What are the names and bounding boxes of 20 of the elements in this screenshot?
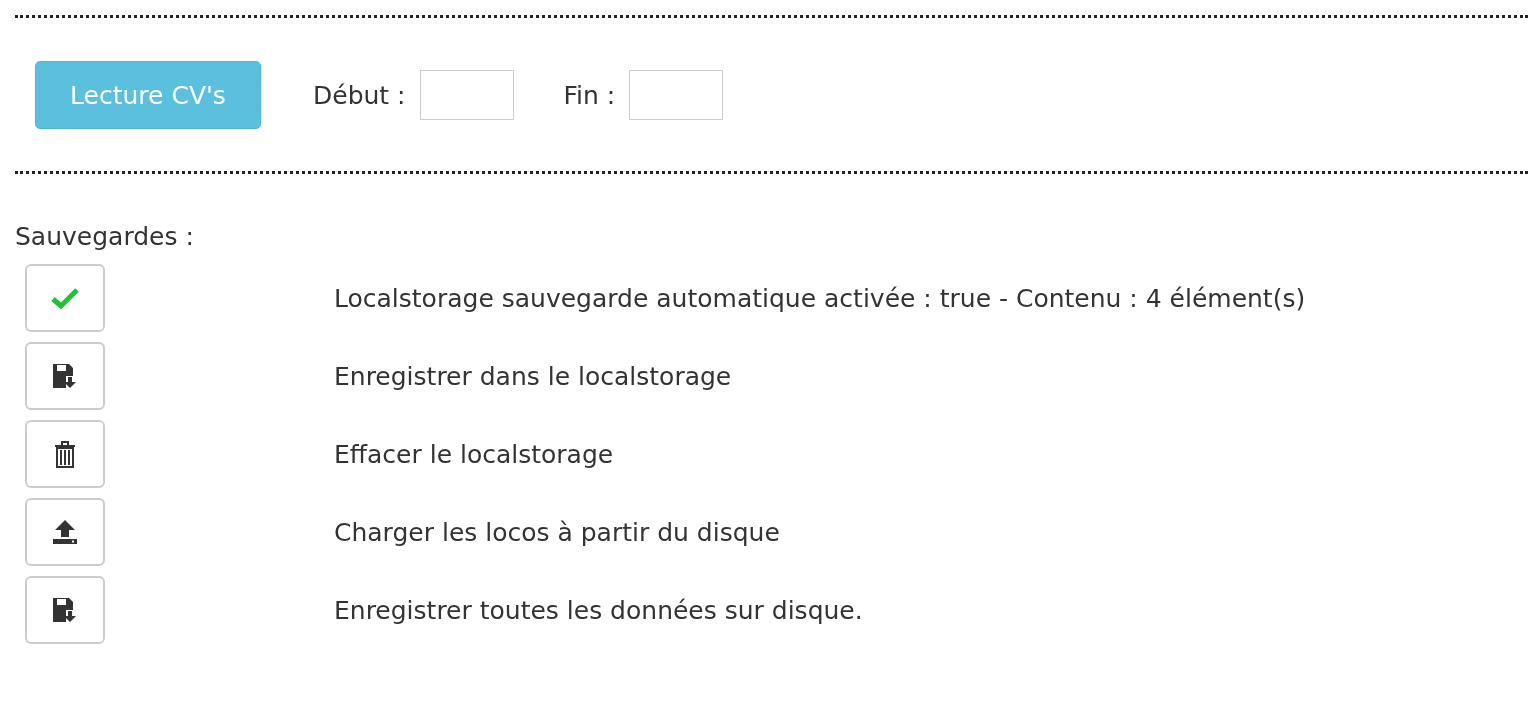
delete-button[interactable] <box>25 420 105 488</box>
trash-icon <box>54 440 76 468</box>
check-icon <box>51 287 79 309</box>
save-button[interactable] <box>25 342 105 410</box>
save-button[interactable] <box>25 576 105 644</box>
action-label: Enregistrer toutes les données sur disque. <box>334 595 863 625</box>
start-field[interactable] <box>419 70 514 120</box>
start-label: Début : <box>313 80 406 110</box>
floppy-download-icon <box>52 363 78 389</box>
end-field[interactable] <box>629 70 724 120</box>
upload-button[interactable] <box>25 498 105 566</box>
floppy-download-icon <box>52 597 78 623</box>
read-cv-button[interactable]: Lecture CV's <box>35 61 261 129</box>
action-label: Localstorage sauvegarde automatique activée : true - Contenu : 4 élément(s) <box>334 283 1306 313</box>
action-label: Enregistrer dans le localstorage <box>334 361 732 391</box>
action-label: Effacer le localstorage <box>334 439 614 469</box>
end-label: Fin : <box>563 80 616 110</box>
action-label: Charger les locos à partir du disque <box>334 517 780 547</box>
upload-icon <box>52 519 78 545</box>
section-title: Sauvegardes : <box>15 222 194 253</box>
